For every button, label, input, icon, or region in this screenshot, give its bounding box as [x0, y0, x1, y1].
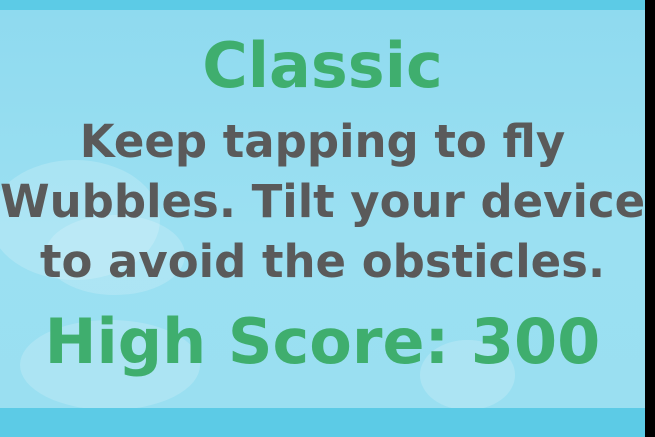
- game-frame: Classic Keep tapping to fly Wubbles. Til…: [0, 0, 645, 437]
- description-line-1: Keep tapping to fly: [79, 115, 566, 168]
- description-line-2: Wubbles. Tilt your device: [0, 175, 645, 228]
- game-screen: Classic Keep tapping to fly Wubbles. Til…: [0, 0, 655, 437]
- description-line-3: to avoid the obsticles.: [39, 235, 606, 288]
- mode-title: Classic: [202, 29, 443, 102]
- bottom-strip: [0, 408, 645, 437]
- high-score-label: High Score: 300: [44, 305, 601, 378]
